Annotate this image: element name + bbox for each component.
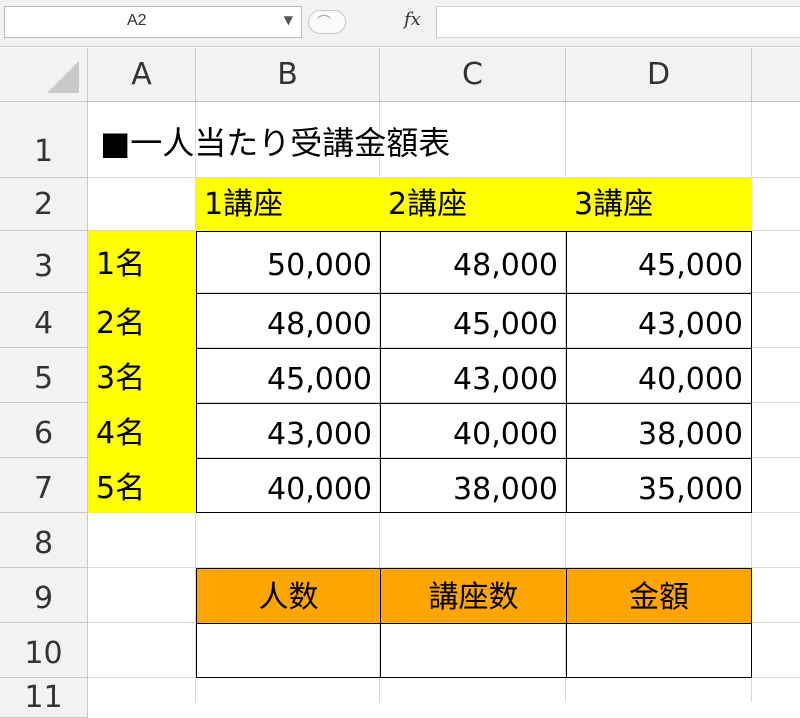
price-cell[interactable]: 50,000 — [196, 231, 381, 294]
name-box-value: A2 — [127, 12, 147, 29]
row-header-10[interactable]: 10 — [0, 623, 88, 678]
price-cell[interactable]: 40,000 — [196, 458, 381, 513]
row-header-11[interactable]: 11 — [0, 678, 88, 718]
price-cell[interactable]: 45,000 — [196, 348, 381, 404]
insert-function-button[interactable]: fx — [404, 9, 421, 30]
price-cell[interactable]: 48,000 — [380, 231, 567, 294]
input-cell-amount[interactable] — [566, 623, 752, 678]
price-cell[interactable]: 43,000 — [566, 293, 752, 349]
price-cell[interactable]: 45,000 — [566, 231, 752, 294]
row-header-2[interactable]: 2 — [0, 178, 88, 231]
column-header-e[interactable] — [752, 48, 800, 102]
course-header-1[interactable]: 1講座 — [196, 178, 380, 231]
select-all-triangle-icon — [47, 61, 79, 93]
row-header-8[interactable]: 8 — [0, 513, 88, 568]
price-cell[interactable]: 40,000 — [566, 348, 752, 404]
formula-input[interactable] — [436, 6, 800, 38]
price-cell[interactable]: 43,000 — [380, 348, 567, 404]
row-header-6[interactable]: 6 — [0, 403, 88, 458]
name-box[interactable]: A2 ▼ — [4, 6, 302, 38]
input-header-people[interactable]: 人数 — [196, 568, 381, 624]
price-cell[interactable]: 40,000 — [380, 403, 567, 459]
input-header-amount[interactable]: 金額 — [566, 568, 752, 624]
course-header-2[interactable]: 2講座 — [380, 178, 566, 231]
price-cell[interactable]: 45,000 — [380, 293, 567, 349]
row-header-3[interactable]: 3 — [0, 231, 88, 293]
column-header-a[interactable]: A — [88, 48, 196, 102]
row-header-9[interactable]: 9 — [0, 568, 88, 623]
price-cell[interactable]: 48,000 — [196, 293, 381, 349]
column-header-c[interactable]: C — [380, 48, 566, 102]
formula-bar-resize-handle[interactable]: ⌒ — [308, 10, 346, 34]
people-label[interactable]: 4名 — [88, 403, 196, 458]
price-cell[interactable]: 35,000 — [566, 458, 752, 513]
sheet-title[interactable]: ■一人当たり受講金額表 — [100, 118, 450, 164]
people-label[interactable]: 2名 — [88, 293, 196, 348]
formula-bar: A2 ▼ ⌒ fx — [0, 0, 800, 47]
column-header-d[interactable]: D — [566, 48, 752, 102]
input-header-courses[interactable]: 講座数 — [380, 568, 567, 624]
select-all-button[interactable] — [0, 48, 88, 102]
row-header-5[interactable]: 5 — [0, 348, 88, 403]
people-label[interactable]: 3名 — [88, 348, 196, 403]
price-cell[interactable]: 38,000 — [566, 403, 752, 459]
course-header-3[interactable]: 3講座 — [566, 178, 752, 231]
cell-a2[interactable] — [88, 178, 196, 231]
column-header-b[interactable]: B — [196, 48, 380, 102]
input-cell-courses[interactable] — [380, 623, 567, 678]
chevron-down-icon[interactable]: ▼ — [284, 13, 293, 27]
price-cell[interactable]: 38,000 — [380, 458, 567, 513]
row-header-4[interactable]: 4 — [0, 293, 88, 348]
input-cell-people[interactable] — [196, 623, 381, 678]
row-header-7[interactable]: 7 — [0, 458, 88, 513]
people-label[interactable]: 1名 — [88, 231, 196, 293]
people-label[interactable]: 5名 — [88, 458, 196, 513]
row-header-1[interactable]: 1 — [0, 102, 88, 178]
price-cell[interactable]: 43,000 — [196, 403, 381, 459]
ellipsis-icon: ⌒ — [317, 15, 331, 31]
